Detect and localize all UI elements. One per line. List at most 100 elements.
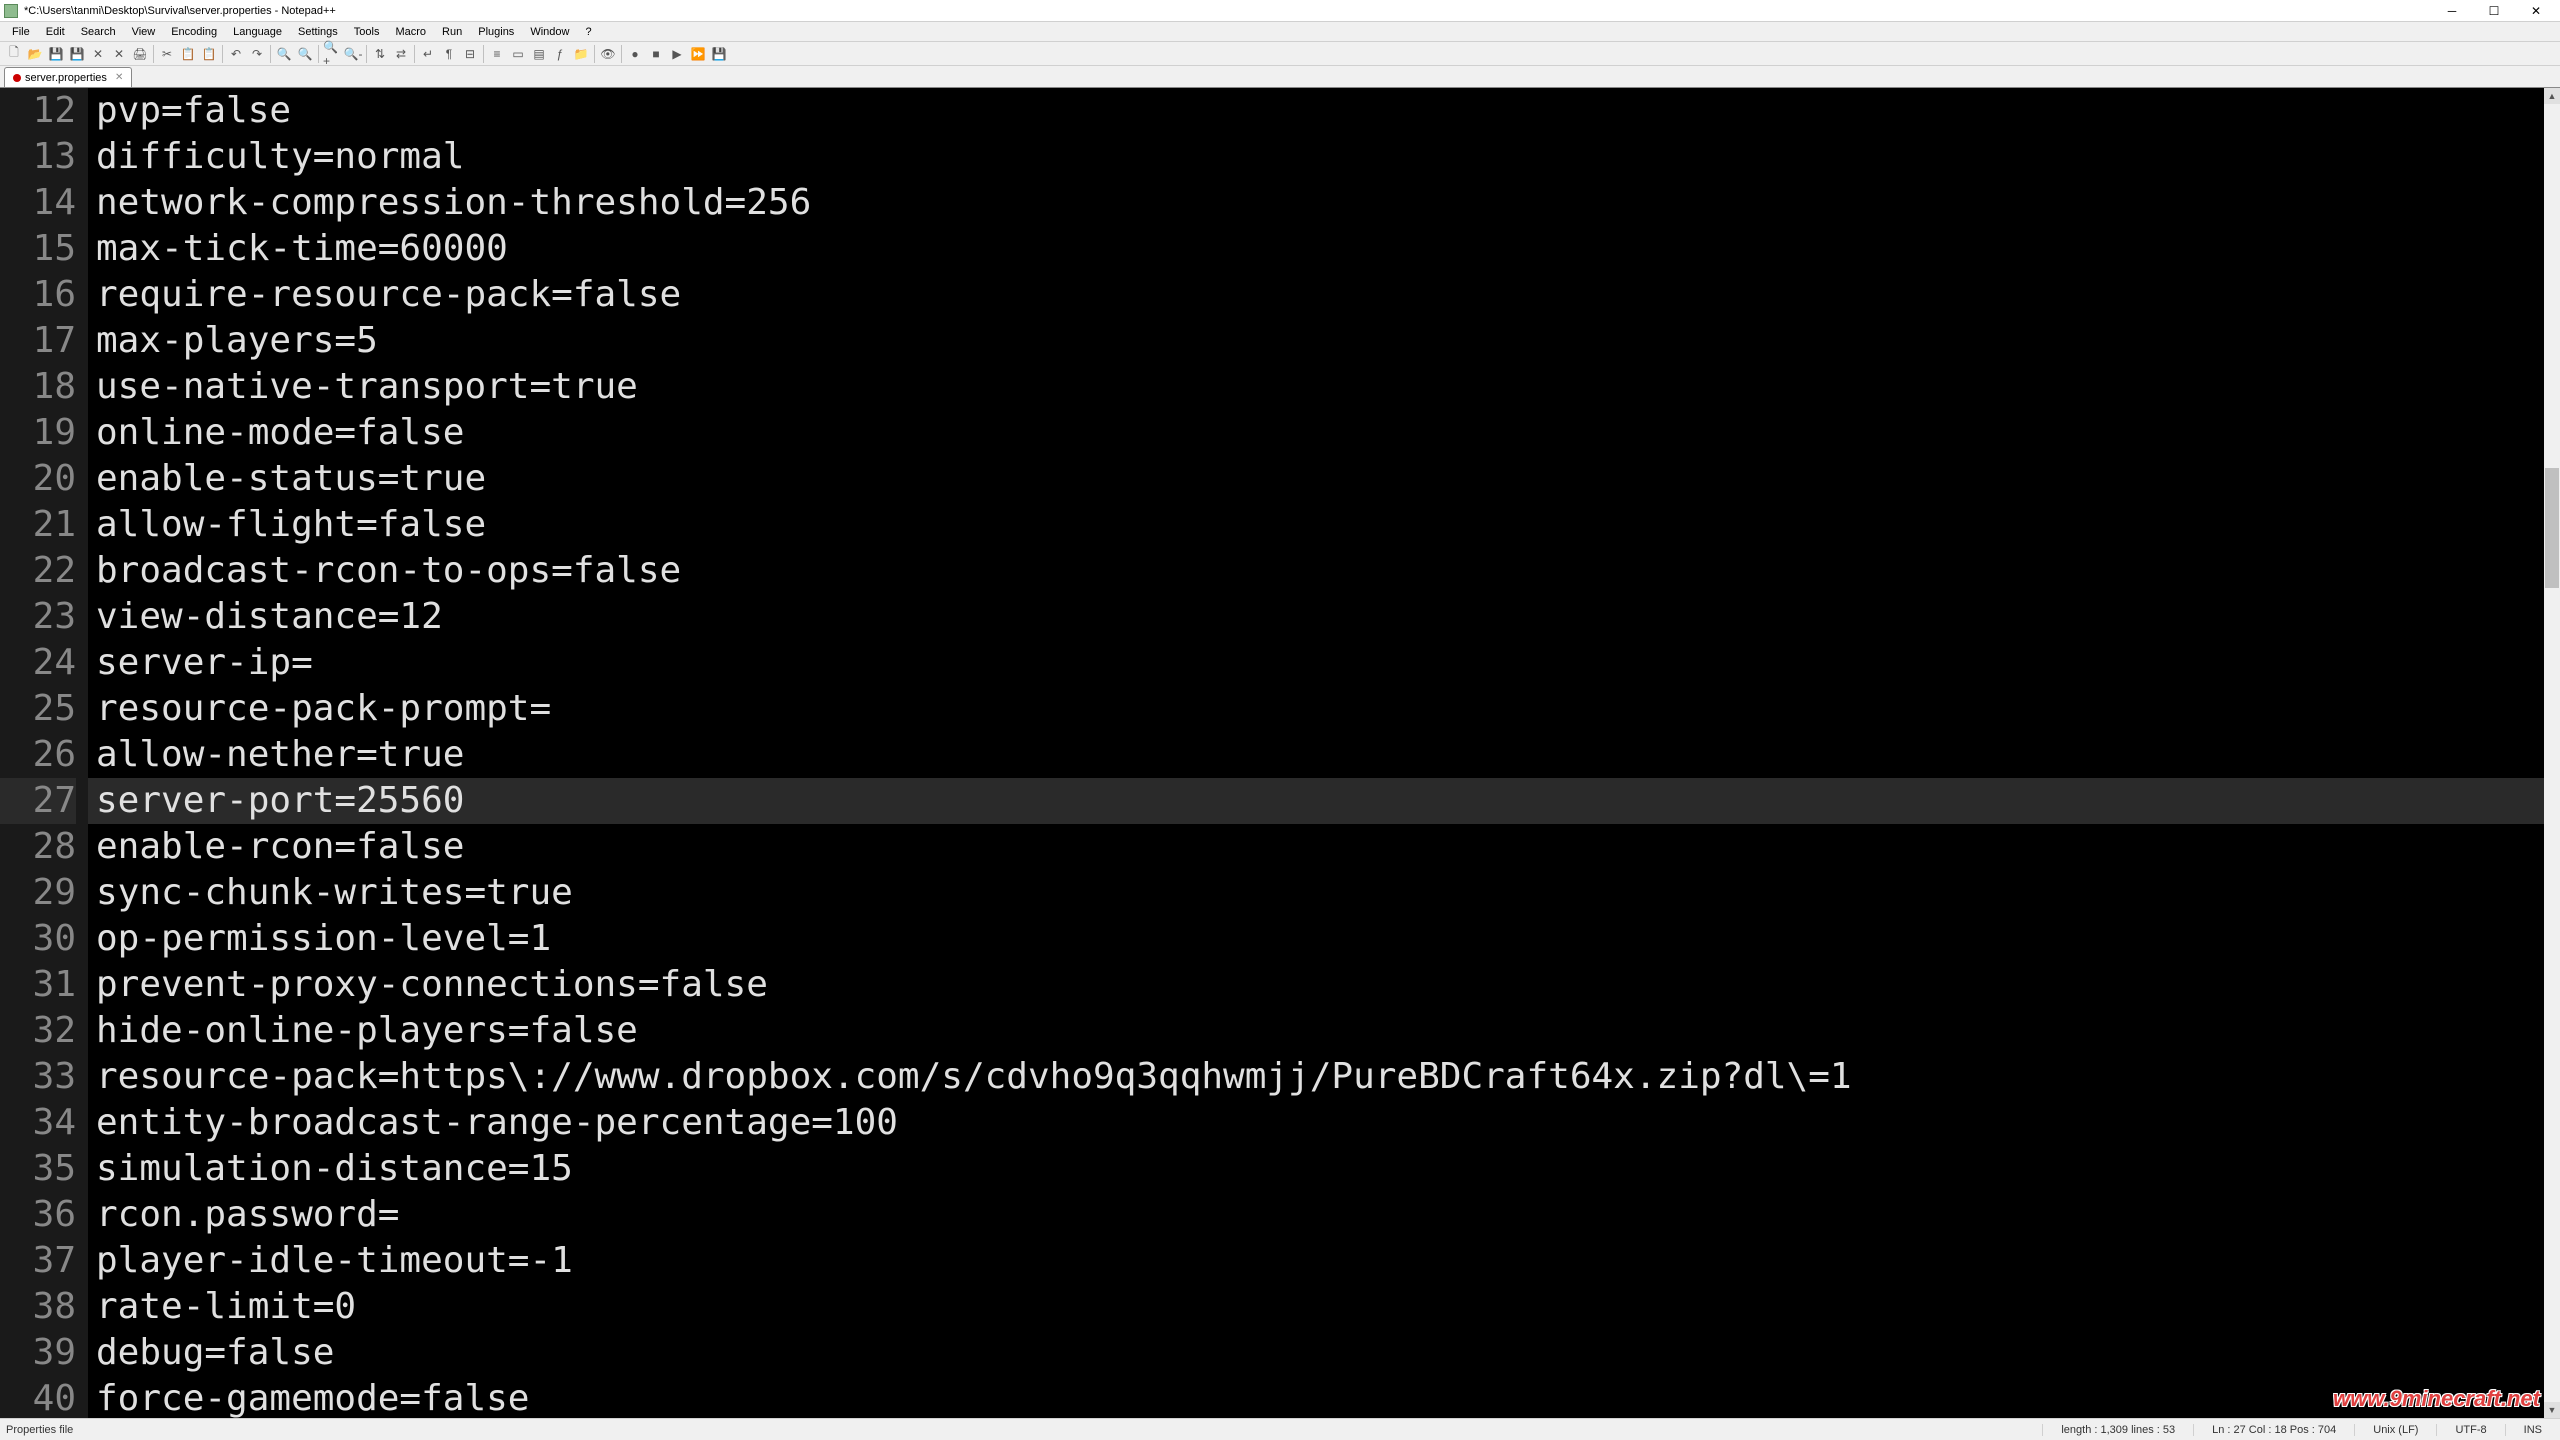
menu-bar: File Edit Search View Encoding Language …	[0, 22, 2560, 42]
save-icon[interactable]: 💾	[46, 44, 66, 64]
code-line[interactable]: rate-limit=0	[88, 1284, 2560, 1330]
status-encoding[interactable]: UTF-8	[2436, 1424, 2504, 1436]
doc-list-icon[interactable]: ▤	[529, 44, 549, 64]
menu-language[interactable]: Language	[225, 24, 290, 40]
code-line[interactable]: op-permission-level=1	[88, 916, 2560, 962]
sync-v-icon[interactable]: ⇅	[370, 44, 390, 64]
code-line[interactable]: broadcast-rcon-to-ops=false	[88, 548, 2560, 594]
play-multi-icon[interactable]: ⏩	[688, 44, 708, 64]
code-line[interactable]: require-resource-pack=false	[88, 272, 2560, 318]
doc-map-icon[interactable]: ▭	[508, 44, 528, 64]
code-line[interactable]: enable-status=true	[88, 456, 2560, 502]
new-file-icon[interactable]: 🗋	[4, 44, 24, 64]
code-line[interactable]: resource-pack=https\://www.dropbox.com/s…	[88, 1054, 2560, 1100]
udl-icon[interactable]: ≡	[487, 44, 507, 64]
close-file-icon[interactable]: ✕	[88, 44, 108, 64]
menu-encoding[interactable]: Encoding	[163, 24, 225, 40]
code-line[interactable]: prevent-proxy-connections=false	[88, 962, 2560, 1008]
menu-help[interactable]: ?	[577, 24, 599, 40]
tab-label: server.properties	[25, 72, 107, 84]
menu-run[interactable]: Run	[434, 24, 470, 40]
title-bar: *C:\Users\tanmi\Desktop\Survival\server.…	[0, 0, 2560, 22]
scroll-up-icon[interactable]: ▲	[2544, 88, 2560, 104]
code-line[interactable]: view-distance=12	[88, 594, 2560, 640]
code-line[interactable]: enable-rcon=false	[88, 824, 2560, 870]
status-position: Ln : 27 Col : 18 Pos : 704	[2193, 1424, 2354, 1436]
folder-icon[interactable]: 📁	[571, 44, 591, 64]
indent-guide-icon[interactable]: ⊟	[460, 44, 480, 64]
menu-file[interactable]: File	[4, 24, 38, 40]
editor-area[interactable]: 1213141516171819202122232425262728293031…	[0, 88, 2560, 1418]
code-line[interactable]: hide-online-players=false	[88, 1008, 2560, 1054]
copy-icon[interactable]: 📋	[178, 44, 198, 64]
tab-bar: server.properties ✕	[0, 66, 2560, 88]
tab-server-properties[interactable]: server.properties ✕	[4, 67, 132, 87]
code-line[interactable]: network-compression-threshold=256	[88, 180, 2560, 226]
record-icon[interactable]: ●	[625, 44, 645, 64]
code-line[interactable]: max-players=5	[88, 318, 2560, 364]
wordwrap-icon[interactable]: ↵	[418, 44, 438, 64]
sync-h-icon[interactable]: ⇄	[391, 44, 411, 64]
menu-tools[interactable]: Tools	[346, 24, 388, 40]
menu-macro[interactable]: Macro	[387, 24, 434, 40]
scrollbar-thumb[interactable]	[2545, 468, 2559, 588]
code-line[interactable]: player-idle-timeout=-1	[88, 1238, 2560, 1284]
code-line[interactable]: use-native-transport=true	[88, 364, 2560, 410]
code-line[interactable]: force-gamemode=false	[88, 1376, 2560, 1418]
close-button[interactable]: ✕	[2516, 2, 2556, 20]
code-content[interactable]: pvp=falsedifficulty=normalnetwork-compre…	[88, 88, 2560, 1418]
code-line[interactable]: difficulty=normal	[88, 134, 2560, 180]
modified-indicator-icon	[13, 74, 21, 82]
code-line[interactable]: max-tick-time=60000	[88, 226, 2560, 272]
open-file-icon[interactable]: 📂	[25, 44, 45, 64]
save-all-icon[interactable]: 💾	[67, 44, 87, 64]
zoom-in-icon[interactable]: 🔍+	[322, 44, 342, 64]
menu-settings[interactable]: Settings	[290, 24, 346, 40]
allchars-icon[interactable]: ¶	[439, 44, 459, 64]
menu-view[interactable]: View	[124, 24, 164, 40]
code-line[interactable]: resource-pack-prompt=	[88, 686, 2560, 732]
code-line[interactable]: allow-nether=true	[88, 732, 2560, 778]
stop-icon[interactable]: ■	[646, 44, 666, 64]
paste-icon[interactable]: 📋	[199, 44, 219, 64]
code-line[interactable]: entity-broadcast-range-percentage=100	[88, 1100, 2560, 1146]
code-line[interactable]: pvp=false	[88, 88, 2560, 134]
status-mode[interactable]: INS	[2505, 1424, 2560, 1436]
monitor-icon[interactable]: 👁	[598, 44, 618, 64]
code-line[interactable]: online-mode=false	[88, 410, 2560, 456]
menu-window[interactable]: Window	[522, 24, 577, 40]
zoom-out-icon[interactable]: 🔍-	[343, 44, 363, 64]
status-filetype: Properties file	[0, 1424, 2042, 1436]
cut-icon[interactable]: ✂	[157, 44, 177, 64]
status-bar: Properties file length : 1,309 lines : 5…	[0, 1418, 2560, 1440]
menu-edit[interactable]: Edit	[38, 24, 73, 40]
menu-plugins[interactable]: Plugins	[470, 24, 522, 40]
print-icon[interactable]: 🖨	[130, 44, 150, 64]
save-macro-icon[interactable]: 💾	[709, 44, 729, 64]
scroll-down-icon[interactable]: ▼	[2544, 1402, 2560, 1418]
func-list-icon[interactable]: ƒ	[550, 44, 570, 64]
code-line[interactable]: server-port=25560	[88, 778, 2560, 824]
vertical-scrollbar[interactable]: ▲ ▼	[2544, 88, 2560, 1418]
maximize-button[interactable]: ☐	[2474, 2, 2514, 20]
undo-icon[interactable]: ↶	[226, 44, 246, 64]
code-line[interactable]: server-ip=	[88, 640, 2560, 686]
code-line[interactable]: sync-chunk-writes=true	[88, 870, 2560, 916]
play-icon[interactable]: ▶	[667, 44, 687, 64]
menu-search[interactable]: Search	[73, 24, 124, 40]
line-number-gutter: 1213141516171819202122232425262728293031…	[0, 88, 88, 1418]
find-icon[interactable]: 🔍	[274, 44, 294, 64]
code-line[interactable]: simulation-distance=15	[88, 1146, 2560, 1192]
watermark: www.9minecraft.net	[2333, 1386, 2540, 1412]
status-length: length : 1,309 lines : 53	[2042, 1424, 2193, 1436]
status-eol[interactable]: Unix (LF)	[2354, 1424, 2436, 1436]
code-line[interactable]: debug=false	[88, 1330, 2560, 1376]
replace-icon[interactable]: 🔍	[295, 44, 315, 64]
code-line[interactable]: allow-flight=false	[88, 502, 2560, 548]
code-line[interactable]: rcon.password=	[88, 1192, 2560, 1238]
close-all-icon[interactable]: ✕	[109, 44, 129, 64]
minimize-button[interactable]: ─	[2432, 2, 2472, 20]
redo-icon[interactable]: ↷	[247, 44, 267, 64]
tab-close-icon[interactable]: ✕	[115, 72, 123, 83]
window-title: *C:\Users\tanmi\Desktop\Survival\server.…	[24, 5, 2432, 17]
